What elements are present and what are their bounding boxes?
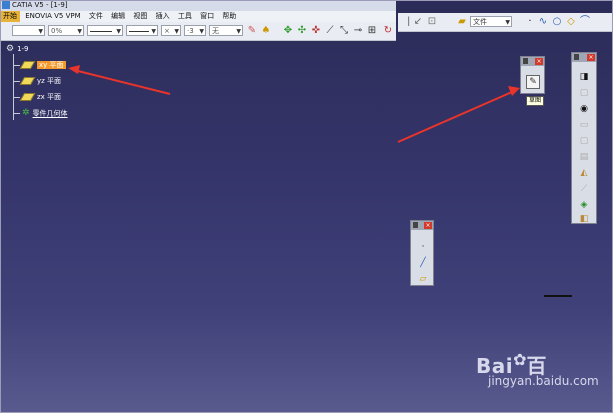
hole-icon[interactable]: ▢ bbox=[578, 135, 590, 147]
close-icon[interactable]: × bbox=[424, 222, 432, 229]
sketcher-palette: × ✎ bbox=[520, 56, 545, 94]
palette-grip-icon bbox=[523, 58, 528, 64]
sketch-icon: ✎ bbox=[529, 77, 537, 87]
close-icon[interactable]: × bbox=[535, 58, 543, 65]
groove-icon[interactable]: ▭ bbox=[578, 119, 590, 131]
sketch-tools-palette: × · ╱ ▱ bbox=[410, 220, 434, 286]
rib-icon[interactable]: ▤ bbox=[578, 151, 590, 163]
plane-icon[interactable]: ▱ bbox=[417, 273, 429, 285]
arrow-to-xy-plane bbox=[73, 69, 171, 95]
arrowhead-icon bbox=[68, 65, 80, 74]
pocket-icon[interactable]: ▢ bbox=[578, 87, 590, 99]
pad-icon[interactable]: ◨ bbox=[578, 71, 590, 83]
boolean-icon[interactable]: ◈ bbox=[578, 199, 590, 211]
palette-header[interactable]: × bbox=[521, 57, 544, 66]
sketch-tooltip: 草图 bbox=[526, 96, 545, 106]
baidu-watermark: Bai✿百 jingyan.baidu.com bbox=[476, 350, 599, 388]
point-icon[interactable]: · bbox=[417, 241, 429, 253]
paw-logo-icon: ✿ bbox=[513, 350, 527, 369]
arrow-to-sketch bbox=[397, 91, 513, 143]
sketch-button[interactable]: ✎ bbox=[526, 75, 540, 89]
palette-grip-icon bbox=[413, 222, 418, 228]
palette-grip-icon bbox=[574, 54, 579, 60]
close-icon[interactable]: × bbox=[587, 54, 595, 61]
chamfer-icon[interactable]: ⟋ bbox=[578, 183, 590, 195]
arrowhead-icon bbox=[508, 86, 520, 96]
palette-header[interactable]: × bbox=[411, 221, 433, 230]
axis-line bbox=[544, 295, 572, 297]
part-design-toolbar: × ◨ ▢ ◉ ▭ ▢ ▤ ◭ ⟋ ◈ ◧ bbox=[571, 52, 597, 224]
shaft-icon[interactable]: ◉ bbox=[578, 103, 590, 115]
draft-icon[interactable]: ◧ bbox=[578, 213, 590, 225]
fillet-icon[interactable]: ◭ bbox=[578, 167, 590, 179]
line-icon[interactable]: ╱ bbox=[417, 257, 429, 269]
palette-header[interactable]: × bbox=[572, 53, 596, 62]
